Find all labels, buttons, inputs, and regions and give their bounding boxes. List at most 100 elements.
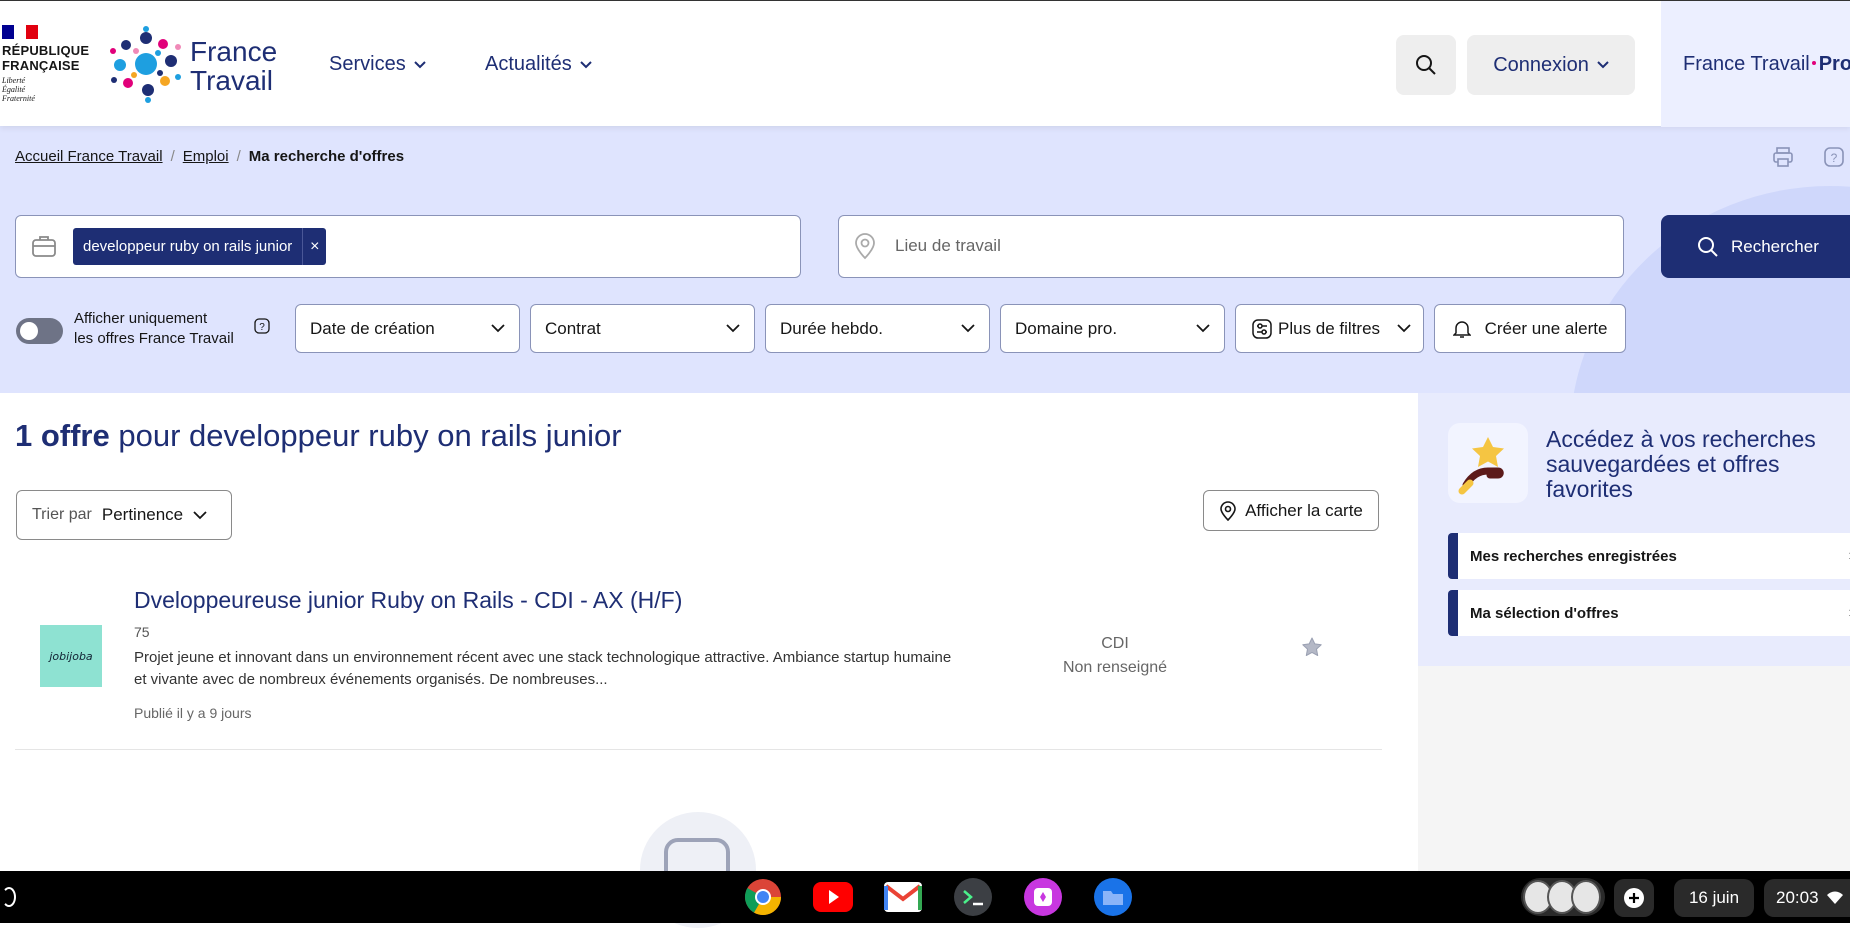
rf-text: RÉPUBLIQUE FRANÇAISE bbox=[2, 43, 90, 73]
plus-circle-icon bbox=[1624, 888, 1644, 908]
favorite-star-icon[interactable] bbox=[1301, 636, 1323, 658]
files-icon[interactable] bbox=[1093, 878, 1133, 916]
pro-link-label: France Travail Pro bbox=[1683, 53, 1850, 75]
launcher-icon[interactable] bbox=[2, 887, 16, 907]
search-submit-label: Rechercher bbox=[1731, 236, 1819, 256]
chevron-down-icon bbox=[580, 60, 592, 68]
job-search-field[interactable]: developpeur ruby on rails junior × bbox=[15, 215, 801, 278]
saved-offers-link[interactable]: Ma sélection d'offres › bbox=[1448, 590, 1850, 636]
sort-value: Pertinence bbox=[101, 505, 184, 524]
sidebar-title: Accédez à vos recherches sauvegardées et… bbox=[1546, 426, 1816, 502]
sort-label: Trier par bbox=[32, 506, 92, 523]
offer-contract-type: CDI bbox=[1101, 635, 1129, 652]
filter-label: Domaine pro. bbox=[1015, 318, 1118, 338]
breadcrumb-current: Ma recherche d'offres bbox=[248, 148, 405, 165]
help-icon[interactable]: ? bbox=[1823, 146, 1845, 168]
canvas-icon[interactable] bbox=[1023, 878, 1063, 916]
keyword-chip: developpeur ruby on rails junior × bbox=[73, 228, 327, 265]
svg-text:?: ? bbox=[1831, 151, 1838, 165]
hand-star-icon bbox=[1458, 437, 1504, 495]
connexion-button[interactable]: Connexion bbox=[1467, 35, 1635, 95]
help-icon[interactable]: ? bbox=[254, 318, 270, 334]
search-submit-button[interactable]: Rechercher bbox=[1661, 215, 1850, 278]
offer-card[interactable]: jobijoba Dveloppeureuse junior Ruby on R… bbox=[15, 570, 1382, 750]
chip-remove-button[interactable]: × bbox=[302, 228, 326, 265]
republique-francaise-logo[interactable]: RÉPUBLIQUE FRANÇAISE Liberté Égalité Fra… bbox=[2, 25, 92, 103]
saved-searches-link[interactable]: Mes recherches enregistrées › bbox=[1448, 533, 1850, 579]
offer-title[interactable]: Dveloppeureuse junior Ruby on Rails - CD… bbox=[134, 587, 682, 614]
search-icon bbox=[1698, 236, 1718, 257]
status-tray[interactable]: 20:03 bbox=[1764, 879, 1850, 917]
connexion-label: Connexion bbox=[1493, 53, 1589, 76]
site-header: RÉPUBLIQUE FRANÇAISE Liberté Égalité Fra… bbox=[0, 0, 1850, 127]
nav-actualites-label: Actualités bbox=[485, 53, 572, 75]
brand-name[interactable]: France Travail bbox=[190, 37, 277, 95]
sliders-icon bbox=[1252, 318, 1272, 339]
france-travail-only-toggle[interactable] bbox=[16, 318, 63, 344]
breadcrumb-separator: / bbox=[236, 148, 241, 165]
offer-location: 75 bbox=[134, 624, 150, 640]
more-filters-button[interactable]: Plus de filtres bbox=[1235, 304, 1424, 353]
rf-devise: Liberté Égalité Fraternité bbox=[2, 76, 35, 103]
nav-actualites[interactable]: Actualités bbox=[485, 53, 592, 76]
chevron-down-icon bbox=[491, 324, 505, 333]
create-alert-label: Créer une alerte bbox=[1484, 318, 1608, 338]
window-thumbnails[interactable] bbox=[1521, 878, 1605, 916]
chevron-down-icon bbox=[726, 324, 740, 333]
wifi-icon bbox=[1826, 891, 1843, 904]
search-band: Accueil France Travail / Emploi / Ma rec… bbox=[0, 126, 1850, 393]
results-title: 1 offre pour developpeur ruby on rails j… bbox=[15, 418, 622, 454]
chevron-down-icon bbox=[1397, 324, 1411, 333]
print-icon[interactable] bbox=[1772, 146, 1794, 168]
france-travail-logo-icon[interactable] bbox=[108, 25, 184, 103]
offer-contract-info: CDI Non renseigné bbox=[1015, 632, 1215, 680]
bell-icon bbox=[1452, 320, 1471, 338]
terminal-icon[interactable] bbox=[953, 878, 993, 916]
company-logo-text: jobijoba bbox=[49, 649, 93, 663]
location-field[interactable]: Lieu de travail bbox=[838, 215, 1624, 278]
chevron-down-icon bbox=[961, 324, 975, 333]
sort-select[interactable]: Trier par Pertinence bbox=[16, 490, 232, 540]
gmail-icon[interactable] bbox=[883, 879, 923, 915]
map-pin-icon bbox=[1220, 500, 1236, 521]
os-taskbar: 16 juin 20:03 bbox=[0, 871, 1850, 923]
show-map-label: Afficher la carte bbox=[1245, 500, 1363, 520]
svg-text:?: ? bbox=[259, 322, 265, 333]
keyword-chip-label: developpeur ruby on rails junior bbox=[83, 238, 293, 255]
more-filters-wrap: Plus de filtres bbox=[1252, 319, 1380, 339]
filter-label: Contrat bbox=[545, 318, 601, 338]
window-thumbnail[interactable] bbox=[1571, 880, 1601, 914]
filter-label: Date de création bbox=[310, 318, 435, 338]
filter-date-creation[interactable]: Date de création bbox=[295, 304, 520, 353]
french-flag-icon bbox=[2, 25, 38, 39]
chevron-down-icon bbox=[193, 510, 207, 519]
date-label: 16 juin bbox=[1688, 888, 1740, 907]
show-map-button[interactable]: Afficher la carte bbox=[1203, 490, 1379, 531]
toggle-label: Afficher uniquement les offres France Tr… bbox=[74, 310, 234, 347]
search-icon bbox=[1416, 55, 1436, 75]
header-search-button[interactable] bbox=[1396, 35, 1456, 95]
breadcrumb-separator: / bbox=[170, 148, 175, 165]
nav-services[interactable]: Services bbox=[329, 53, 426, 76]
time-label: 20:03 bbox=[1776, 888, 1819, 907]
filter-label: Durée hebdo. bbox=[780, 318, 884, 338]
nav-services-label: Services bbox=[329, 53, 406, 75]
offer-description: Projet jeune et innovant dans un environ… bbox=[134, 649, 952, 688]
breadcrumb-home[interactable]: Accueil France Travail bbox=[15, 148, 163, 165]
youtube-icon[interactable] bbox=[813, 879, 853, 915]
chrome-icon[interactable] bbox=[743, 879, 783, 916]
results-query: pour developpeur ruby on rails junior bbox=[118, 418, 622, 453]
saved-searches-label: Mes recherches enregistrées bbox=[1470, 547, 1677, 565]
offer-published-date: Publié il y a 9 jours bbox=[134, 705, 252, 721]
breadcrumb-emploi[interactable]: Emploi bbox=[183, 148, 229, 165]
pro-link[interactable]: France Travail Pro bbox=[1661, 1, 1850, 127]
create-alert-button[interactable]: Créer une alerte bbox=[1434, 304, 1626, 353]
filter-duree-hebdo[interactable]: Durée hebdo. bbox=[765, 304, 990, 353]
map-pin-icon bbox=[855, 233, 875, 260]
filter-domaine-pro[interactable]: Domaine pro. bbox=[1000, 304, 1225, 353]
breadcrumb: Accueil France Travail / Emploi / Ma rec… bbox=[15, 148, 404, 165]
saved-offers-label: Ma sélection d'offres bbox=[1470, 604, 1619, 622]
filter-contrat[interactable]: Contrat bbox=[530, 304, 755, 353]
date-pill[interactable]: 16 juin bbox=[1674, 879, 1754, 917]
add-button[interactable] bbox=[1614, 879, 1654, 917]
